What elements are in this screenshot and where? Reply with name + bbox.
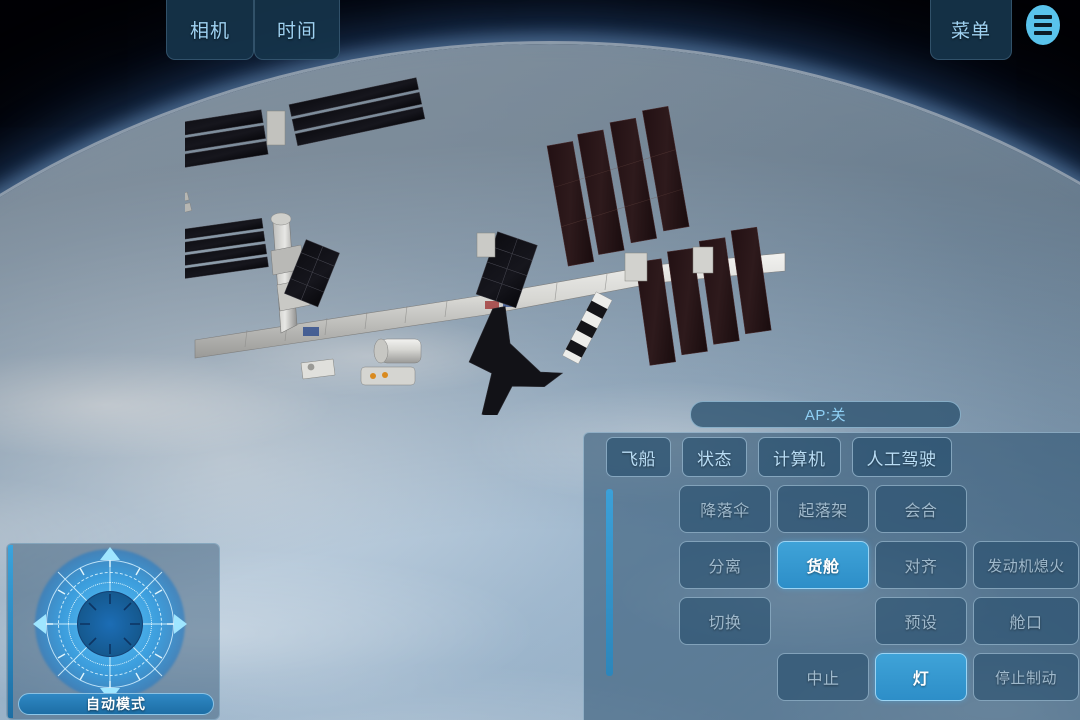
action-button[interactable]: 降落伞 — [679, 485, 771, 533]
action-button[interactable]: 中止 — [777, 653, 869, 701]
action-row: 降落伞 起落架 会合 — [679, 485, 1079, 541]
action-button[interactable]: 会合 — [875, 485, 967, 533]
attitude-indicator[interactable] — [33, 547, 187, 701]
action-button[interactable]: 切换 — [679, 597, 771, 645]
arrow-left-icon[interactable] — [33, 614, 46, 634]
menu-button[interactable]: 菜单 — [930, 0, 1012, 60]
camera-button[interactable]: 相机 — [166, 0, 254, 60]
hamburger-line — [1034, 15, 1052, 19]
arrow-right-icon[interactable] — [174, 614, 187, 634]
throttle-slider[interactable] — [606, 489, 613, 676]
iss-spacecraft-model — [185, 77, 786, 415]
tab-spacecraft[interactable]: 飞船 — [606, 437, 671, 477]
action-row: 切换 预设 舱口 — [679, 597, 1079, 653]
autopilot-status-bar[interactable]: AP:关 — [690, 401, 961, 428]
action-button[interactable]: 分离 — [679, 541, 771, 589]
action-button[interactable]: 起落架 — [777, 485, 869, 533]
top-toolbar: 相机 时间 菜单 — [0, 0, 1080, 62]
hamburger-line — [1034, 31, 1052, 35]
hamburger-line — [1034, 23, 1052, 27]
hamburger-menu-icon[interactable] — [1026, 5, 1060, 45]
navball-accent-bar — [8, 545, 13, 718]
tab-manual-pilot[interactable]: 人工驾驶 — [851, 437, 952, 477]
tab-computer[interactable]: 计算机 — [758, 437, 841, 477]
game-viewport: 相机 时间 菜单 自动模式 AP:关 飞船 状态 计算机 人工驾驶 降落伞 起落… — [0, 0, 1080, 720]
tab-status[interactable]: 状态 — [682, 437, 747, 477]
action-row: 分离 货舱 对齐 发动机熄火 — [679, 541, 1079, 597]
time-button[interactable]: 时间 — [254, 0, 340, 60]
action-button[interactable]: 舱口 — [973, 597, 1079, 645]
action-row: 中止 灯 停止制动 — [679, 653, 1079, 709]
control-panel: 飞船 状态 计算机 人工驾驶 降落伞 起落架 会合 分离 货舱 对齐 发动机熄火 — [583, 432, 1080, 720]
navball-crosshair — [80, 594, 140, 654]
action-button-cargo-bay[interactable]: 货舱 — [777, 541, 869, 589]
auto-mode-button[interactable]: 自动模式 — [18, 693, 214, 715]
action-button[interactable]: 预设 — [875, 597, 967, 645]
action-button[interactable]: 停止制动 — [973, 653, 1079, 701]
panel-tab-row: 飞船 状态 计算机 人工驾驶 — [606, 437, 952, 477]
action-button[interactable]: 发动机熄火 — [973, 541, 1079, 589]
action-button[interactable]: 对齐 — [875, 541, 967, 589]
action-button-grid: 降落伞 起落架 会合 分离 货舱 对齐 发动机熄火 切换 预设 舱口 中止 灯 … — [679, 485, 1079, 709]
arrow-up-icon[interactable] — [100, 547, 120, 560]
action-button-light[interactable]: 灯 — [875, 653, 967, 701]
navball-widget[interactable]: 自动模式 — [6, 543, 220, 720]
